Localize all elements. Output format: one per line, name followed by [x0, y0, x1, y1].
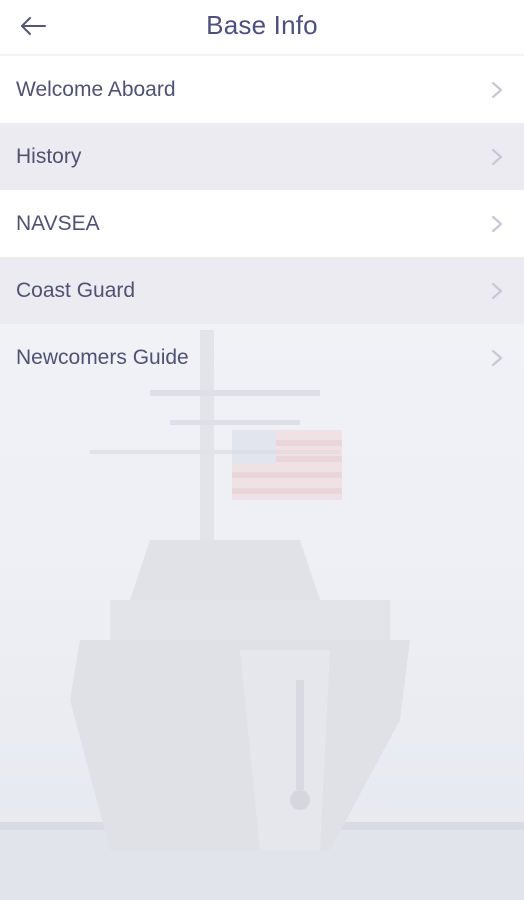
- base-info-screen: Base Info Welcome Aboard History NAVSEA …: [0, 0, 524, 900]
- chevron-right-icon: [491, 215, 503, 232]
- chevron-right-icon: [491, 282, 503, 299]
- menu-item-coast-guard[interactable]: Coast Guard: [0, 257, 524, 324]
- base-info-menu: Welcome Aboard History NAVSEA Coast Guar…: [0, 56, 524, 391]
- page-title: Base Info: [206, 10, 318, 40]
- menu-item-label: NAVSEA: [16, 211, 100, 235]
- chevron-right-icon: [491, 349, 503, 366]
- menu-item-label: History: [16, 144, 82, 168]
- menu-item-newcomers-guide[interactable]: Newcomers Guide: [0, 324, 524, 391]
- menu-item-welcome-aboard[interactable]: Welcome Aboard: [0, 56, 524, 123]
- chevron-right-icon: [491, 148, 503, 165]
- menu-item-navsea[interactable]: NAVSEA: [0, 190, 524, 257]
- menu-item-label: Welcome Aboard: [16, 77, 176, 101]
- menu-item-label: Coast Guard: [16, 278, 136, 302]
- navigation-header: Base Info: [0, 0, 524, 54]
- chevron-right-icon: [491, 81, 503, 98]
- menu-item-history[interactable]: History: [0, 123, 524, 190]
- menu-item-label: Newcomers Guide: [16, 345, 189, 369]
